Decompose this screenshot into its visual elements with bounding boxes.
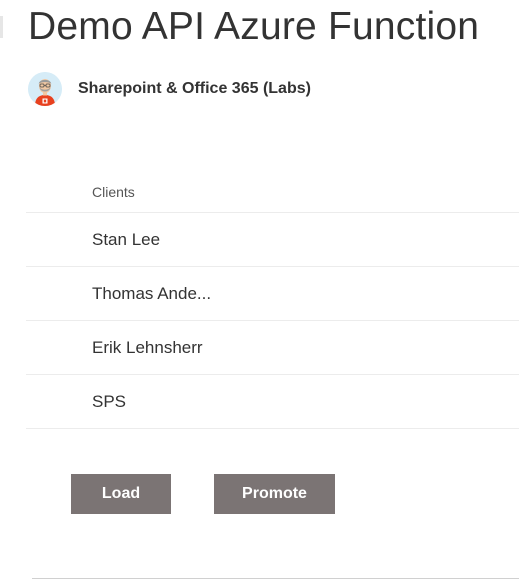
client-name: Thomas Ande... [92, 283, 212, 303]
list-row[interactable]: Erik Lehnsherr [26, 321, 519, 375]
column-header-clients[interactable]: Clients [92, 184, 135, 200]
footer-divider [32, 578, 519, 579]
list-row[interactable]: Thomas Ande... [26, 267, 519, 321]
developer-avatar-icon [28, 72, 62, 106]
client-name: Stan Lee [92, 229, 161, 249]
clients-list: Clients Stan Lee Thomas Ande... Erik Leh… [26, 172, 519, 429]
list-row[interactable]: Stan Lee [26, 213, 519, 267]
list-row[interactable]: SPS [26, 375, 519, 429]
page: Demo API Azure Function Sharepoint & Off… [0, 0, 519, 587]
promote-button[interactable]: Promote [214, 474, 335, 514]
page-title: Demo API Azure Function [28, 5, 480, 48]
site-header: Sharepoint & Office 365 (Labs) [28, 72, 311, 106]
left-edge-mark [0, 16, 3, 38]
list-header: Clients [26, 172, 519, 213]
avatar[interactable] [28, 72, 62, 106]
site-name[interactable]: Sharepoint & Office 365 (Labs) [78, 80, 311, 98]
client-name: Erik Lehnsherr [92, 337, 203, 357]
load-button[interactable]: Load [71, 474, 171, 514]
client-name: SPS [92, 391, 127, 411]
